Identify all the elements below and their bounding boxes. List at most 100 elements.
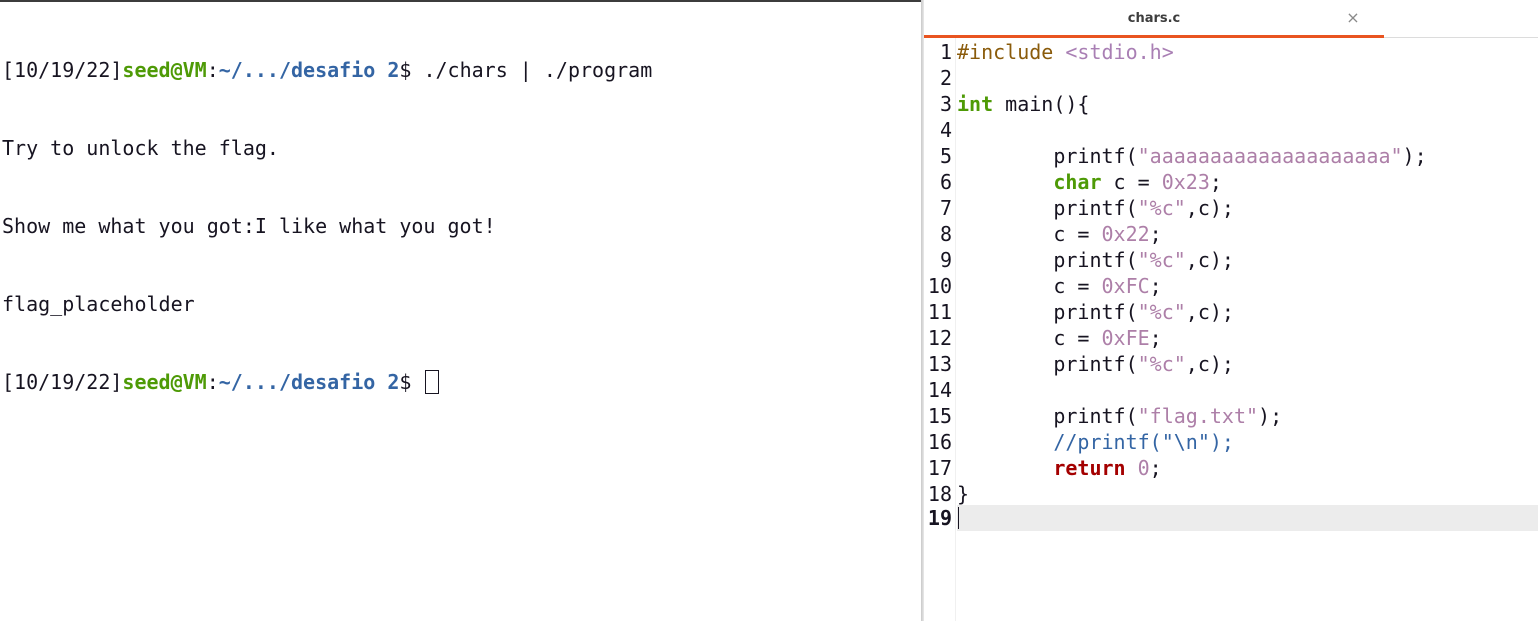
prompt-path: ~/.../desafio 2 (218, 58, 400, 82)
prompt-date: [10/19/22] (2, 58, 123, 82)
string-literal: "%c" (1137, 248, 1186, 272)
code-text: ,c); (1185, 300, 1234, 324)
code-line: printf("%c",c); (957, 195, 1234, 221)
string-literal: "%c" (1137, 352, 1186, 376)
code-text: ; (1149, 274, 1162, 298)
code-line: printf("%c",c); (957, 299, 1234, 325)
code-text: ; (1149, 456, 1162, 480)
include-header: <stdio.h> (1065, 40, 1174, 64)
code-text: main(){ (993, 92, 1090, 116)
string-literal: "aaaaaaaaaaaaaaaaaaaa" (1137, 144, 1403, 168)
line-number: 3 (939, 92, 952, 116)
terminal-command-line: [10/19/22]seed@VM:~/.../desafio 2$ ./cha… (2, 57, 921, 83)
code-text: printf( (957, 352, 1138, 376)
prompt-path: ~/.../desafio 2 (218, 370, 400, 394)
code-line: c = 0x22; (957, 221, 1162, 247)
code-text: c = (957, 274, 1102, 298)
line-number: 10 (927, 274, 952, 298)
code-text: c = (1101, 170, 1162, 194)
line-number: 7 (939, 196, 952, 220)
code-line: } (957, 481, 969, 507)
number-literal: 0 (1137, 456, 1150, 480)
code-line: printf("flag.txt"); (957, 403, 1282, 429)
editor-tab-bar: chars.c × (924, 0, 1538, 38)
tab-chars-c[interactable]: chars.c × (924, 0, 1384, 38)
terminal-output-line: flag_placeholder (2, 292, 195, 316)
code-text: ); (1258, 404, 1283, 428)
close-icon[interactable]: × (1344, 8, 1362, 28)
current-line-highlight (957, 505, 1538, 531)
line-number: 13 (927, 352, 952, 376)
code-line: return 0; (957, 455, 1162, 481)
line-number: 8 (939, 222, 952, 246)
code-line: printf("%c",c); (957, 351, 1234, 377)
number-literal: 0x22 (1101, 222, 1150, 246)
code-text: printf( (957, 404, 1138, 428)
code-text: ,c); (1185, 248, 1234, 272)
code-line: int main(){ (957, 91, 1089, 117)
code-line: //printf("\n"); (957, 429, 1234, 455)
code-text: ; (1149, 326, 1162, 350)
gutter-divider (955, 38, 956, 621)
line-number: 6 (939, 170, 952, 194)
keyword: int (957, 92, 994, 116)
terminal-output-line: Try to unlock the flag. (2, 136, 279, 160)
code-text: printf( (957, 196, 1138, 220)
line-number-current: 19 (927, 506, 952, 530)
prompt-colon: : (206, 370, 219, 394)
line-number: 15 (927, 404, 952, 428)
return-keyword: return (1053, 456, 1126, 480)
prompt-date: [10/19/22] (2, 370, 123, 394)
terminal-window[interactable]: [10/19/22]seed@VM:~/.../desafio 2$ ./cha… (0, 0, 921, 621)
text-cursor (958, 507, 959, 529)
prompt-user-host: seed@VM (122, 370, 207, 394)
code-text: } (957, 482, 970, 506)
code-text: c = (957, 222, 1102, 246)
comment: //printf("\n"); (1053, 430, 1234, 454)
tab-title: chars.c (1127, 11, 1181, 26)
code-text: printf( (957, 144, 1138, 168)
line-number: 12 (927, 326, 952, 350)
code-line: c = 0xFC; (957, 273, 1162, 299)
code-line: c = 0xFE; (957, 325, 1162, 351)
number-literal: 0x23 (1161, 170, 1210, 194)
code-text: ; (1149, 222, 1162, 246)
number-literal: 0xFC (1101, 274, 1150, 298)
line-number: 2 (939, 66, 952, 90)
code-line: printf("%c",c); (957, 247, 1234, 273)
string-literal: "%c" (1137, 196, 1186, 220)
line-number: 4 (939, 118, 952, 142)
terminal-prompt-line[interactable]: [10/19/22]seed@VM:~/.../desafio 2$ (2, 369, 921, 395)
code-text: c = (957, 326, 1102, 350)
prompt-user-host: seed@VM (122, 58, 207, 82)
line-number: 5 (939, 144, 952, 168)
text-editor-window: chars.c × 1 2 3 4 5 6 7 8 9 10 11 12 13 … (924, 0, 1538, 621)
line-number: 11 (927, 300, 952, 324)
prompt-colon: : (206, 58, 219, 82)
code-text: ,c); (1185, 196, 1234, 220)
terminal-cursor (425, 370, 440, 394)
code-text: printf( (957, 300, 1138, 324)
code-line: printf("aaaaaaaaaaaaaaaaaaaa"); (957, 143, 1426, 169)
terminal-output-line: Show me what you got:I like what you got… (2, 214, 496, 238)
string-literal: "flag.txt" (1137, 404, 1259, 428)
string-literal: "%c" (1137, 300, 1186, 324)
line-number: 16 (927, 430, 952, 454)
prompt-symbol: $ (399, 370, 412, 394)
code-text: ; (1209, 170, 1222, 194)
keyword: char (1053, 170, 1102, 194)
prompt-symbol: $ (399, 58, 412, 82)
code-text: ,c); (1185, 352, 1234, 376)
code-editor[interactable]: 1 2 3 4 5 6 7 8 9 10 11 12 13 14 15 16 1… (924, 38, 1538, 621)
line-number: 1 (939, 40, 952, 64)
line-number: 18 (927, 482, 952, 506)
line-number: 14 (927, 378, 952, 402)
code-line: #include <stdio.h> (957, 39, 1174, 65)
number-literal: 0xFE (1101, 326, 1150, 350)
line-number: 17 (927, 456, 952, 480)
preprocessor-directive: #include (957, 40, 1066, 64)
